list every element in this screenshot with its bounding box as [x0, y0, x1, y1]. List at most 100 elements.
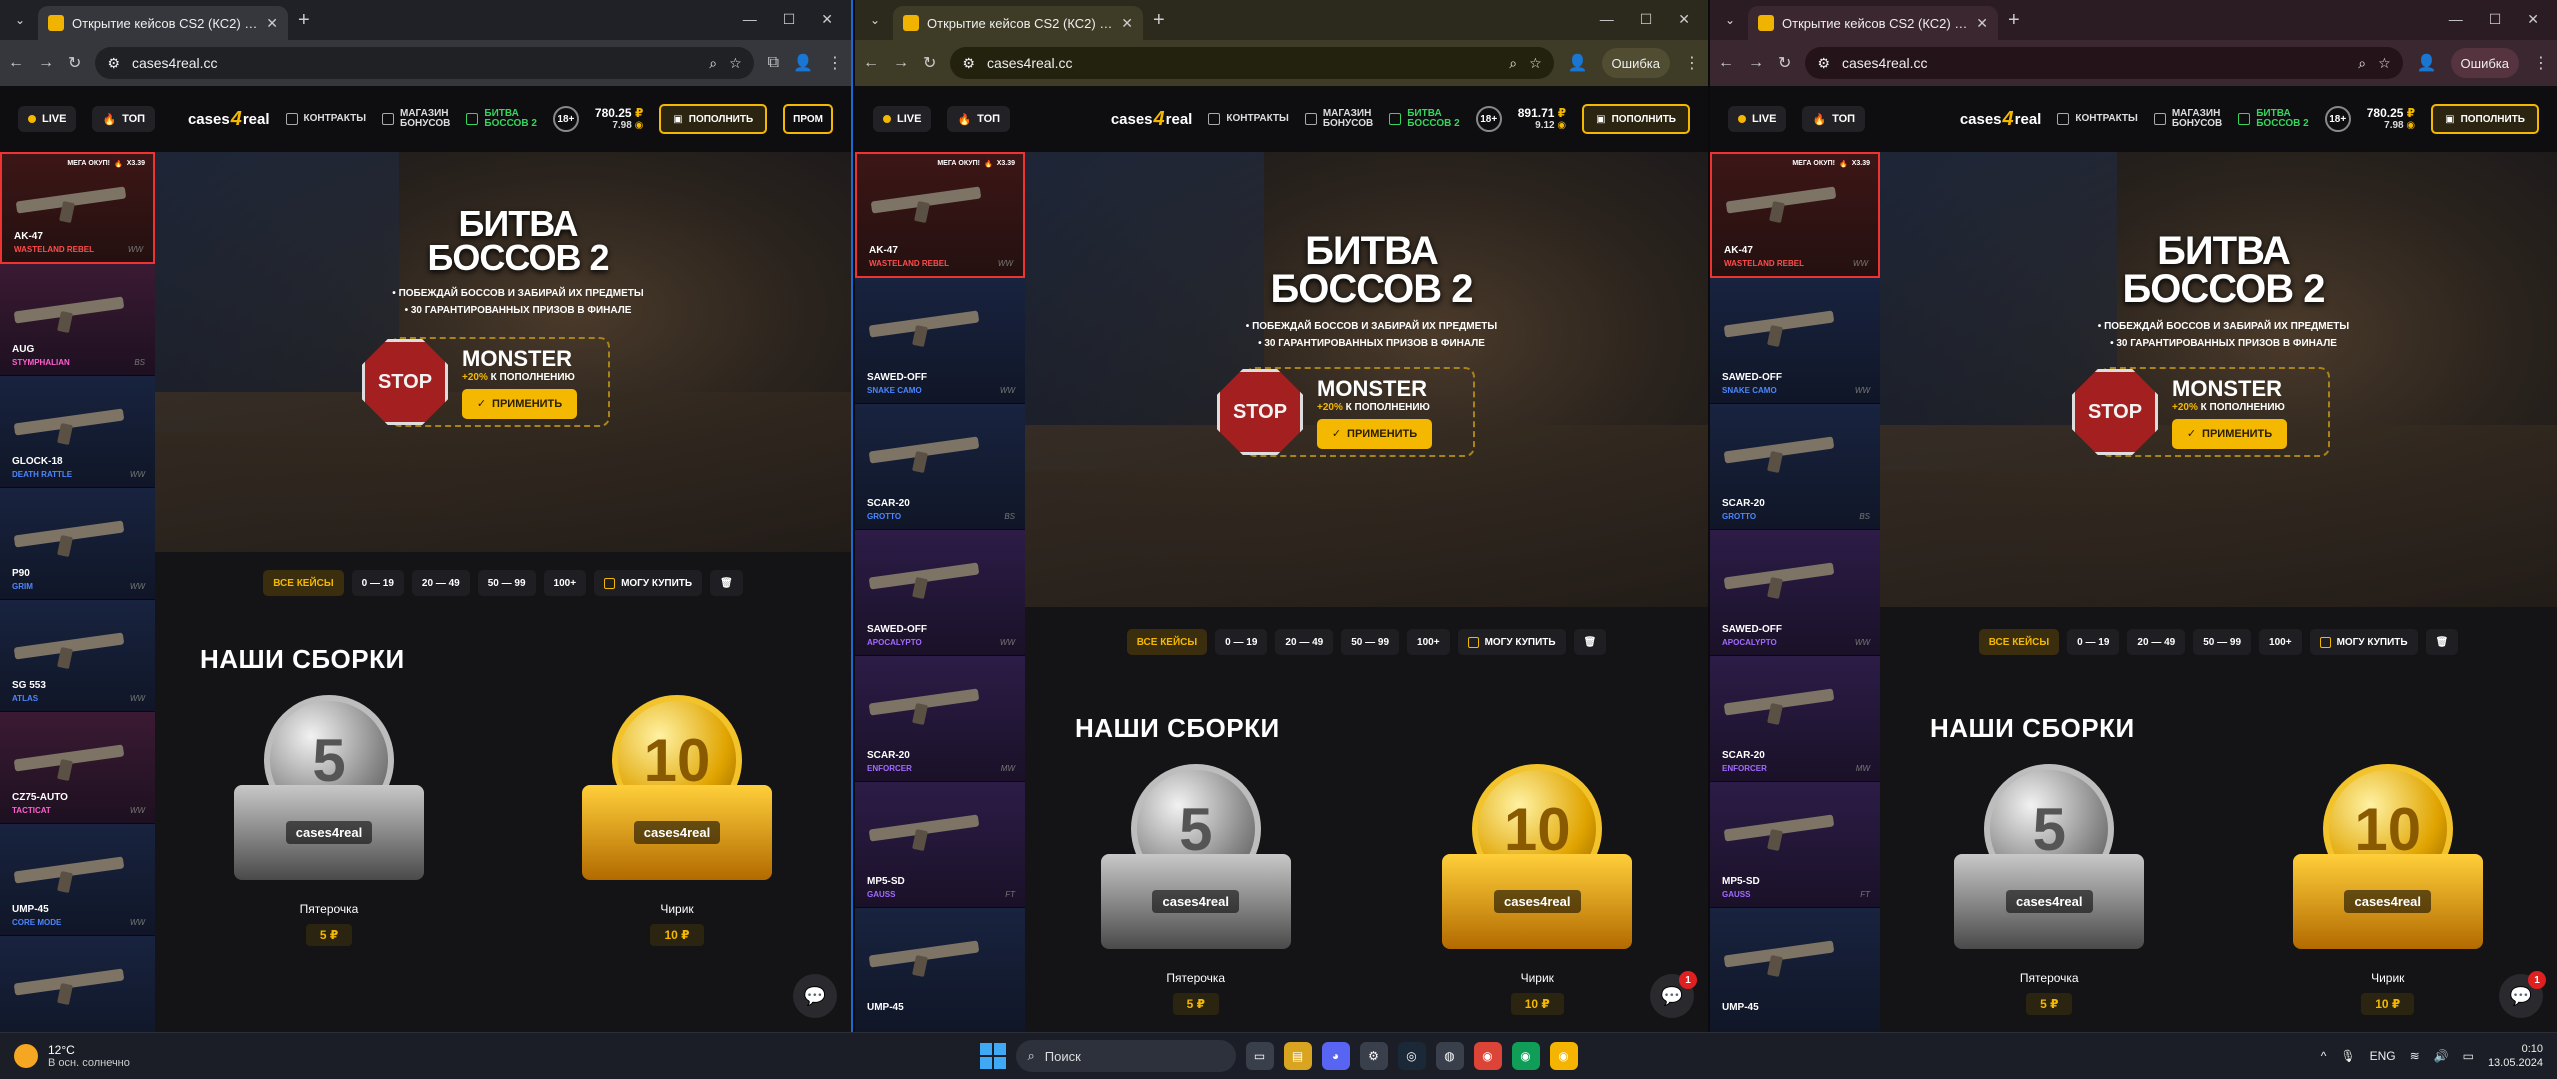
chrome-icon[interactable]: ◉ [1511, 1042, 1540, 1070]
browser-tab[interactable]: Открытие кейсов CS2 (КС2) - … ✕ [1748, 6, 1998, 40]
app-icon[interactable]: ◍ [1435, 1042, 1464, 1070]
top-button[interactable]: 🔥 ТОП [92, 106, 156, 132]
drop-item[interactable]: МЕГА ОКУП! 🔥 X3.39 AK-47 WASTELAND REBEL WW [855, 152, 1025, 278]
drop-item[interactable]: GLOCK-18 DEATH RATTLE WW [0, 376, 155, 488]
filter-20-49[interactable]: 20 — 49 [1275, 629, 1334, 655]
clear-filter-button[interactable]: 🗑 [2425, 629, 2459, 655]
extensions-icon[interactable]: ⧉ [768, 54, 779, 72]
top-button[interactable]: 🔥 ТОП [1802, 106, 1866, 132]
drop-item[interactable]: UMP-45 CORE MODE WW [0, 824, 155, 936]
promo-button[interactable]: ПРОМ [783, 104, 833, 134]
weather-widget[interactable]: 12°C В осн. солнечно [14, 1043, 130, 1069]
drop-item[interactable]: SAWED-OFF SNAKE CAMO WW [1710, 278, 1880, 404]
clear-filter-button[interactable]: 🗑 [1573, 629, 1607, 655]
url-text[interactable]: cases4real.cc [1842, 55, 2346, 71]
filter-all[interactable]: ВСЕ КЕЙСЫ [263, 570, 344, 596]
case-card[interactable]: 10 cases4real Чирик 10 ₽ [557, 695, 797, 946]
taskbar-search[interactable]: ⌕ Поиск [1015, 1040, 1236, 1072]
zoom-icon[interactable]: ⌕ [2358, 55, 2366, 72]
maximize-icon[interactable]: ☐ [783, 11, 796, 28]
drop-item[interactable]: UMP-45 [855, 908, 1025, 1032]
tab-search-icon[interactable]: ⌄ [6, 6, 34, 34]
filter-100-plus[interactable]: 100+ [1407, 629, 1450, 655]
filter-all[interactable]: ВСЕ КЕЙСЫ [1978, 629, 2060, 655]
top-button[interactable]: 🔥 ТОП [947, 106, 1011, 132]
chrome-icon[interactable]: ◉ [1473, 1042, 1502, 1070]
drop-item[interactable]: SCAR-20 ENFORCER MW [1710, 656, 1880, 782]
filter-0-19[interactable]: 0 — 19 [2067, 629, 2120, 655]
drop-item[interactable]: CZ75-AUTO TACTICAT WW [0, 712, 155, 824]
nav-boss-battle[interactable]: БИТВА БОССОВ 2 [466, 108, 537, 130]
language-indicator[interactable]: ENG [2370, 1049, 2396, 1063]
chat-button[interactable]: 💬 [793, 974, 837, 1018]
reload-icon[interactable]: ↻ [923, 53, 936, 73]
steam-icon[interactable]: ◎ [1397, 1042, 1426, 1070]
minimize-icon[interactable]: — [743, 11, 757, 28]
address-bar[interactable]: ⚙ cases4real.cc ⌕ ☆ [95, 47, 754, 79]
close-tab-icon[interactable]: ✕ [1121, 15, 1133, 32]
url-text[interactable]: cases4real.cc [132, 55, 697, 71]
case-card[interactable]: 10 cases4real Чирик 10 ₽ [1417, 764, 1657, 1015]
deposit-button[interactable]: ▣ ПОПОЛНИТЬ [2431, 104, 2539, 134]
nav-contracts[interactable]: КОНТРАКТЫ [285, 113, 366, 125]
can-buy-checkbox[interactable]: МОГУ КУПИТЬ [1457, 629, 1566, 655]
drop-item[interactable]: МЕГА ОКУП! 🔥 X3.39 AK-47 WASTELAND REBEL WW [0, 152, 155, 264]
boss-battle-banner[interactable]: БИТВАБОССОВ 2 ПОБЕЖДАЙ БОССОВ И ЗАБИРАЙ … [1880, 152, 2557, 607]
drop-item[interactable]: P90 GRIM WW [0, 488, 155, 600]
menu-kebab-icon[interactable]: ⋮ [827, 53, 843, 73]
reload-icon[interactable]: ↻ [1778, 53, 1791, 73]
apply-bonus-button[interactable]: ✓ ПРИМЕНИТЬ [462, 388, 577, 419]
file-explorer-icon[interactable]: ▤ [1283, 1042, 1312, 1070]
case-card[interactable]: 5 cases4real Пятерочка 5 ₽ [209, 695, 449, 946]
browser-tab[interactable]: Открытие кейсов CS2 (КС2) - … ✕ [893, 6, 1143, 40]
drop-item[interactable]: SG 553 ATLAS WW [0, 600, 155, 712]
site-logo[interactable]: cases 4 real [1111, 108, 1193, 131]
address-bar[interactable]: ⚙ cases4real.cc ⌕ ☆ [950, 47, 1554, 79]
nav-boss-battle[interactable]: БИТВА БОССОВ 2 [1389, 108, 1460, 130]
menu-kebab-icon[interactable]: ⋮ [1684, 53, 1700, 73]
tab-search-icon[interactable]: ⌄ [1716, 6, 1744, 34]
live-button[interactable]: LIVE [18, 106, 77, 132]
new-tab-icon[interactable]: + [1153, 9, 1165, 32]
new-tab-icon[interactable]: + [298, 9, 310, 32]
balance[interactable]: 780.25 ₽7.98 ◉ [595, 106, 643, 131]
chat-button[interactable]: 💬 1 [2499, 971, 2546, 1018]
filter-all[interactable]: ВСЕ КЕЙСЫ [1126, 629, 1208, 655]
profile-icon[interactable]: 👤 [1568, 53, 1588, 73]
drop-item[interactable]: SAWED-OFF APOCALYPTO WW [855, 530, 1025, 656]
drop-item[interactable]: MP5-SD GAUSS FT [1710, 782, 1880, 908]
drop-item[interactable]: UMP-45 [1710, 908, 1880, 1032]
apply-bonus-button[interactable]: ✓ ПРИМЕНИТЬ [1317, 418, 1432, 449]
chrome-icon[interactable]: ◉ [1549, 1042, 1578, 1070]
nav-contracts[interactable]: КОНТРАКТЫ [2057, 113, 2138, 125]
filter-100-plus[interactable]: 100+ [543, 570, 587, 596]
bookmark-star-icon[interactable]: ☆ [2378, 55, 2391, 72]
back-icon[interactable]: ← [863, 54, 879, 72]
error-button[interactable]: Ошибка [1601, 48, 1670, 78]
tab-search-icon[interactable]: ⌄ [861, 6, 889, 34]
site-logo[interactable]: cases 4 real [188, 108, 270, 131]
filter-20-49[interactable]: 20 — 49 [411, 570, 470, 596]
battery-icon[interactable]: ▭ [2463, 1049, 2474, 1063]
forward-icon[interactable]: → [1748, 54, 1764, 72]
task-view-icon[interactable]: ▭ [1245, 1042, 1274, 1070]
bookmark-star-icon[interactable]: ☆ [729, 55, 742, 72]
close-tab-icon[interactable]: ✕ [1976, 15, 1988, 32]
case-card[interactable]: 5 cases4real Пятерочка 5 ₽ [1929, 764, 2169, 1015]
site-info-icon[interactable]: ⚙ [962, 55, 975, 72]
minimize-icon[interactable]: — [2449, 11, 2463, 28]
live-button[interactable]: LIVE [873, 106, 932, 132]
url-text[interactable]: cases4real.cc [987, 55, 1497, 71]
drop-item[interactable]: SAWED-OFF SNAKE CAMO WW [855, 278, 1025, 404]
maximize-icon[interactable]: ☐ [2489, 11, 2502, 28]
clock[interactable]: 0:10 13.05.2024 [2488, 1042, 2543, 1071]
filter-50-99[interactable]: 50 — 99 [477, 570, 536, 596]
maximize-icon[interactable]: ☐ [1640, 11, 1653, 28]
balance[interactable]: 891.71 ₽9.12 ◉ [1518, 106, 1566, 131]
drop-item[interactable]: SCAR-20 GROTTO BS [1710, 404, 1880, 530]
error-button[interactable]: Ошибка [2450, 48, 2519, 78]
boss-battle-banner[interactable]: БИТВАБОССОВ 2 ПОБЕЖДАЙ БОССОВ И ЗАБИРАЙ … [155, 152, 851, 552]
menu-kebab-icon[interactable]: ⋮ [2533, 53, 2549, 73]
site-info-icon[interactable]: ⚙ [107, 55, 120, 72]
wifi-icon[interactable]: ≋ [2410, 1049, 2420, 1063]
